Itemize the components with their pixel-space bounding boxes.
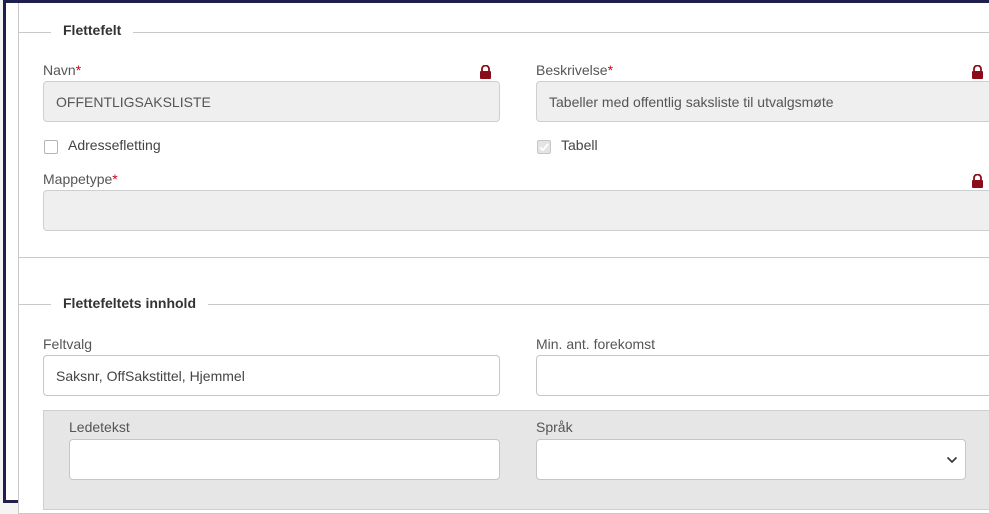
sprak-label: Språk [536,419,573,435]
ledetekst-input[interactable] [69,439,500,480]
feltvalg-value: Saksnr, OffSakstittel, Hjemmel [56,367,245,384]
tabell-checkbox [537,140,551,154]
min-ant-forekomst-input[interactable] [536,355,989,396]
mappetype-field [43,190,989,231]
lock-icon [972,65,983,79]
beskrivelse-value: Tabeller med offentlig saksliste til utv… [549,93,834,110]
adressefletting-label: Adressefletting [68,137,161,153]
flettefeltets-innhold-legend: Flettefeltets innhold [51,295,208,311]
feltvalg-input[interactable]: Saksnr, OffSakstittel, Hjemmel [43,355,500,396]
mappetype-label: Mappetype* [43,171,118,187]
sprak-select[interactable] [536,439,966,480]
flettefelt-legend: Flettefelt [51,22,134,38]
beskrivelse-label: Beskrivelse* [536,62,614,78]
tabell-label: Tabell [561,137,598,153]
adressefletting-checkbox[interactable] [44,140,58,154]
feltvalg-label: Feltvalg [43,336,93,352]
lock-icon [972,174,983,188]
checkmark-icon [539,143,549,152]
ledetekst-label: Ledetekst [69,419,130,435]
min-ant-forekomst-label: Min. ant. forekomst [536,336,656,352]
beskrivelse-field: Tabeller med offentlig saksliste til utv… [536,81,989,122]
lock-icon [480,65,491,79]
navn-field: OFFENTLIGSAKSLISTE [43,81,500,122]
navn-value: OFFENTLIGSAKSLISTE [56,93,211,110]
window-frame: Flettefelt Navn* OFFENTLIGSAKSLISTE Besk… [3,0,989,514]
navn-label: Navn* [43,62,82,78]
chevron-down-icon[interactable] [946,456,958,464]
